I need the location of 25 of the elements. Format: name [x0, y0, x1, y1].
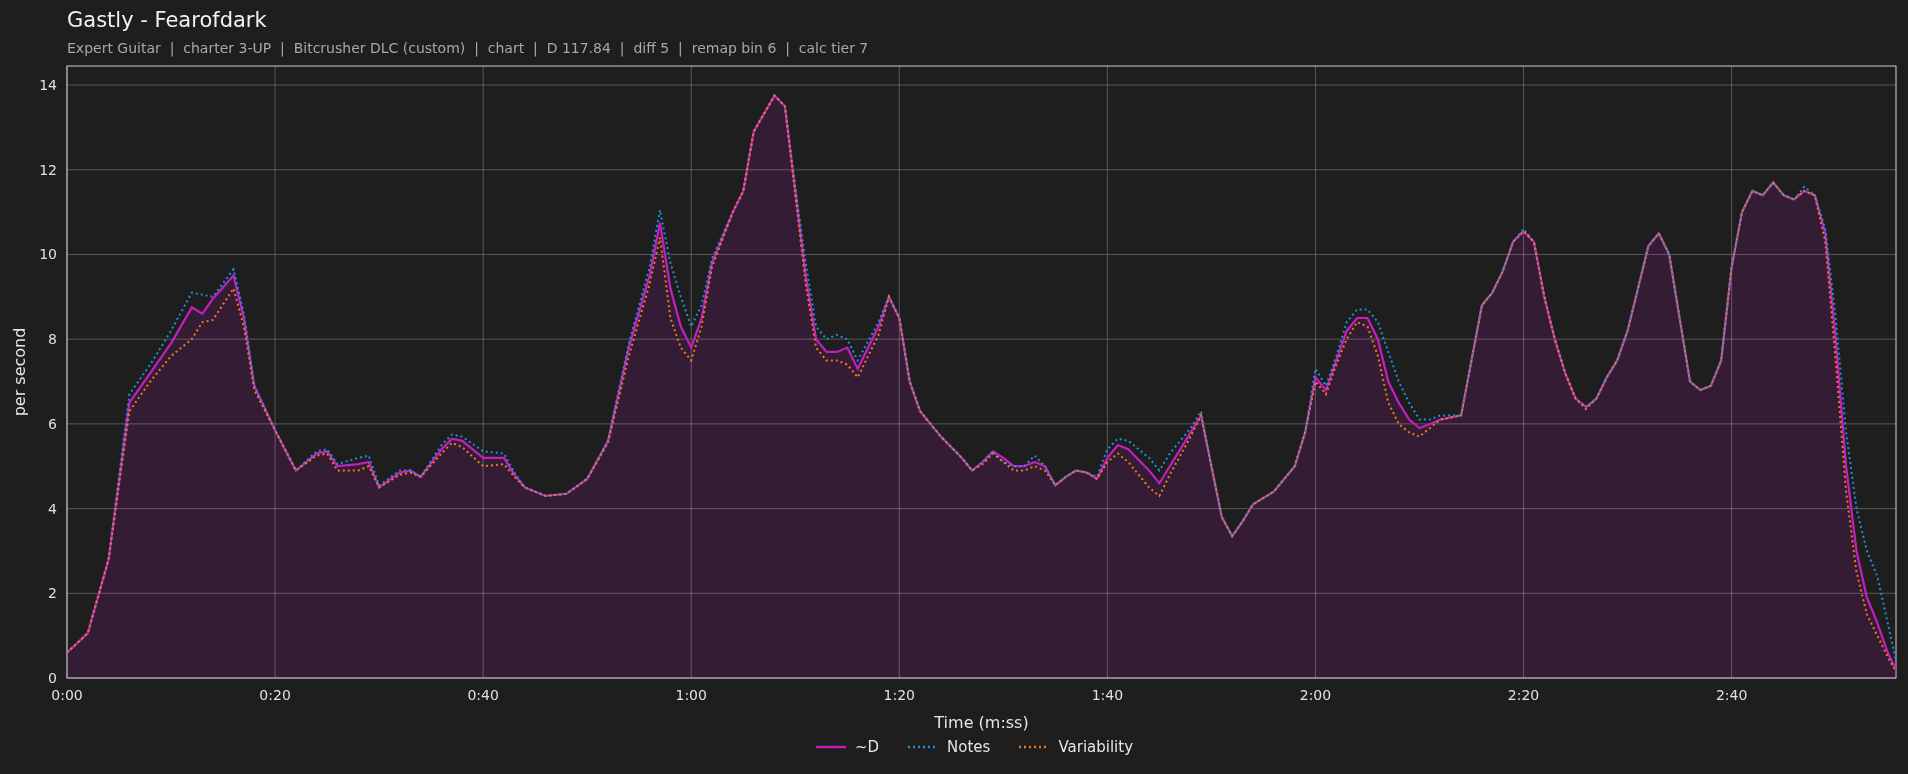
legend-label: Variability	[1058, 738, 1134, 756]
legend-line-icon	[814, 744, 847, 750]
x-tick-label: 0:20	[259, 687, 291, 703]
legend-label: ~D	[854, 738, 880, 756]
x-axis-label: Time (m:ss)	[934, 713, 1029, 732]
y-tick-label: 12	[39, 161, 57, 178]
y-axis-label: per second	[10, 327, 29, 417]
y-tick-label: 0	[48, 670, 57, 686]
x-tick-label: 1:00	[675, 687, 707, 703]
chart-title: Gastly - Fearofdark	[67, 8, 268, 32]
y-tick-label: 6	[48, 415, 57, 432]
y-tick-label: 4	[48, 500, 57, 517]
x-tick-label: 0:40	[467, 687, 499, 703]
x-tick-label: 1:20	[883, 687, 916, 703]
x-tick-label: 0:00	[51, 687, 83, 703]
x-tick-label: 2:20	[1507, 687, 1540, 703]
y-tick-label: 8	[48, 331, 57, 348]
x-tick-label: 2:00	[1299, 687, 1332, 703]
chart-subtitle: Expert Guitar | charter 3-UP | Bitcrusher DLC (custom) | chart | D 117.84 | diff 5 | remap bin 6 | calc tier 7	[67, 40, 870, 56]
y-tick-label: 14	[39, 77, 57, 94]
x-tick-label: 1:40	[1091, 687, 1124, 703]
legend-label: Notes	[947, 738, 991, 756]
y-tick-label: 2	[48, 585, 57, 602]
x-tick-label: 2:40	[1715, 687, 1748, 703]
y-tick-label: 10	[39, 246, 57, 263]
